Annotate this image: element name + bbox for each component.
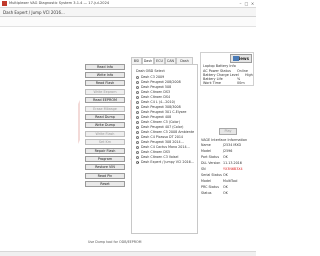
dash-select-list: Dash OBD Select Dash C3 2009 Dash Peugeo…	[131, 64, 198, 234]
maximize-button[interactable]: □	[244, 1, 249, 6]
radio-icon[interactable]	[136, 90, 140, 94]
read-eeprom-button[interactable]: Read EEPROM	[85, 97, 125, 103]
radio-icon[interactable]	[136, 85, 140, 89]
info-row: Model J2596	[201, 149, 233, 153]
radio-icon[interactable]	[136, 150, 140, 154]
repair-flash-button[interactable]: Repair Flash	[85, 148, 125, 154]
path-bar: Dash Expert / Jump VCI 2016...	[0, 8, 256, 17]
radio-icon[interactable]	[136, 80, 140, 84]
close-button[interactable]: ×	[250, 1, 255, 6]
radio-icon[interactable]	[136, 125, 140, 129]
radio-icon[interactable]	[136, 155, 140, 159]
info-row: Serial Status OK	[201, 173, 228, 177]
info-row: SN YX3N6B3X4	[201, 167, 243, 171]
read-pin-button[interactable]: Read Pin	[85, 173, 125, 179]
radio-icon[interactable]	[136, 160, 140, 164]
dump-tool-hint: Use Dump tool for ODB/EEPROM	[88, 240, 142, 244]
tab-bsi[interactable]: BSI	[131, 57, 142, 64]
reset-button[interactable]: Reset	[85, 181, 125, 187]
radio-icon[interactable]	[136, 140, 140, 144]
current-path: Dash Expert / Jump VCI 2016...	[3, 10, 65, 15]
tool-row	[0, 17, 256, 27]
radio-icon[interactable]	[136, 130, 140, 134]
radio-icon[interactable]	[136, 95, 140, 99]
work-time-label: Work Time	[203, 81, 221, 85]
battery-charge-value: High	[245, 73, 253, 77]
list-item-selected[interactable]: Dash Expert / Jumpy VCI 2016...	[136, 160, 198, 165]
interface-info-title: VAGE Interface Information	[201, 138, 248, 142]
battery-info-box: Laptop Battery Info AC Power Status Onli…	[200, 52, 254, 86]
radio-icon[interactable]	[136, 110, 140, 114]
radio-icon[interactable]	[136, 145, 140, 149]
radio-icon[interactable]	[136, 105, 140, 109]
write-flash-button[interactable]: Write Flash	[85, 131, 125, 137]
news-button[interactable]: News	[230, 54, 252, 63]
tab-can[interactable]: CAN	[165, 57, 176, 64]
battery-info-title: Laptop Battery Info	[203, 64, 236, 68]
info-row: Model MultiTool	[201, 179, 238, 183]
play-button[interactable]: Play	[219, 128, 237, 135]
write-info-button[interactable]: Write Info	[85, 72, 125, 78]
left-panel	[2, 28, 78, 254]
work-time-value: 00m	[237, 81, 245, 85]
restore-vin-button[interactable]: Restore VIN	[85, 164, 125, 170]
minimize-button[interactable]: –	[238, 1, 243, 6]
app-icon	[2, 1, 7, 6]
tab-ecu[interactable]: ECU	[154, 57, 165, 64]
info-row: DLL Version 11.13.2016	[201, 161, 242, 165]
read-dump-button[interactable]: Read Dump	[85, 114, 125, 120]
info-row: Port Status OK	[201, 155, 228, 159]
read-info-button[interactable]: Read Info	[85, 64, 125, 70]
window-title: Multiplexer VAG Diagnostic System 3.1.4 …	[9, 1, 110, 5]
radio-icon[interactable]	[136, 100, 140, 104]
program-button[interactable]: Program	[85, 156, 125, 162]
title-bar: Multiplexer VAG Diagnostic System 3.1.4 …	[0, 0, 256, 8]
info-row: Name J2534 MXD	[201, 143, 242, 147]
status-bar	[0, 251, 256, 256]
radio-icon[interactable]	[136, 75, 140, 79]
read-flash-button[interactable]: Read Flash	[85, 80, 125, 86]
write-eeprom-button[interactable]: Write Eeprom	[85, 89, 125, 95]
write-dump-button[interactable]: Write Dump	[85, 122, 125, 128]
info-row: PRC Status OK	[201, 185, 228, 189]
radio-icon[interactable]	[136, 115, 140, 119]
set-km-button[interactable]: Set Km	[85, 139, 125, 145]
radio-icon[interactable]	[136, 135, 140, 139]
erase-mileage-button[interactable]: Erase Mileage	[85, 106, 125, 112]
command-panel: Read Info Write Info Read Flash Write Ee…	[80, 28, 130, 254]
info-row: Status OK	[201, 191, 228, 195]
radio-icon[interactable]	[136, 120, 140, 124]
news-icon	[233, 56, 239, 61]
tab-dash-adv[interactable]: Dash Adv	[176, 57, 193, 70]
list-header: Dash OBD Select	[136, 69, 165, 73]
